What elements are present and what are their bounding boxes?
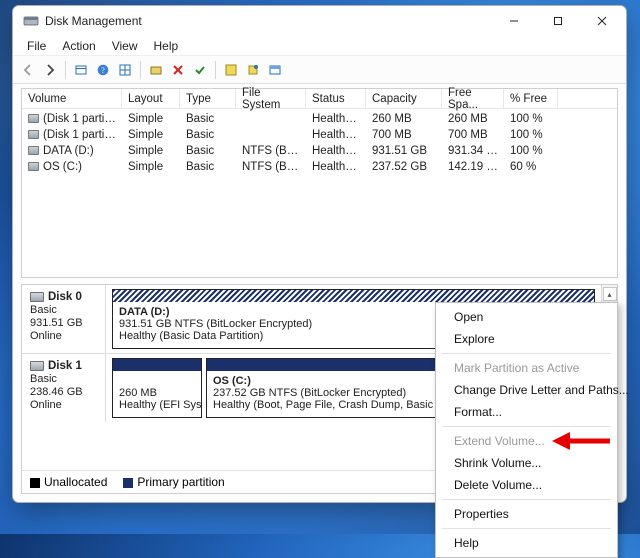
col-filesystem[interactable]: File System: [236, 89, 306, 108]
context-menu-item[interactable]: Shrink Volume...: [438, 452, 615, 474]
toolbar-icon-5[interactable]: [244, 61, 262, 79]
drive-icon: [28, 114, 39, 123]
check-icon[interactable]: [191, 61, 209, 79]
svg-text:?: ?: [101, 66, 105, 75]
toolbar-icon-2[interactable]: [116, 61, 134, 79]
drive-icon: [28, 146, 39, 155]
menu-action[interactable]: Action: [54, 37, 103, 55]
context-menu-item[interactable]: Format...: [438, 401, 615, 423]
toolbar: ?: [13, 56, 626, 84]
titlebar[interactable]: Disk Management: [13, 6, 626, 36]
context-menu-item: Extend Volume...: [438, 430, 615, 452]
volume-list-header[interactable]: Volume Layout Type File System Status Ca…: [22, 89, 617, 109]
minimize-button[interactable]: [492, 6, 536, 36]
col-volume[interactable]: Volume: [22, 89, 122, 108]
app-icon: [23, 13, 39, 29]
legend-unallocated: Unallocated: [30, 475, 107, 489]
volume-list: Volume Layout Type File System Status Ca…: [21, 88, 618, 278]
scroll-up-button[interactable]: ▴: [603, 287, 617, 301]
col-free[interactable]: Free Spa...: [442, 89, 504, 108]
col-pctfree[interactable]: % Free: [504, 89, 558, 108]
context-menu-item[interactable]: Change Drive Letter and Paths...: [438, 379, 615, 401]
context-menu-item[interactable]: Properties: [438, 503, 615, 525]
toolbar-icon-6[interactable]: [266, 61, 284, 79]
context-menu-separator: [442, 353, 611, 354]
volume-row[interactable]: (Disk 1 partition 4)SimpleBasicHealthy (…: [22, 127, 617, 143]
context-menu-item: Mark Partition as Active: [438, 357, 615, 379]
context-menu-separator: [442, 528, 611, 529]
toolbar-icon-3[interactable]: [147, 61, 165, 79]
drive-icon: [28, 130, 39, 139]
partition[interactable]: 260 MBHealthy (EFI System P: [112, 358, 202, 418]
col-status[interactable]: Status: [306, 89, 366, 108]
disk-label[interactable]: Disk 1Basic238.46 GBOnline: [22, 354, 106, 422]
menu-file[interactable]: File: [19, 37, 54, 55]
col-capacity[interactable]: Capacity: [366, 89, 442, 108]
disk-icon: [30, 361, 44, 371]
delete-icon[interactable]: [169, 61, 187, 79]
context-menu-item[interactable]: Help: [438, 532, 615, 554]
volume-row[interactable]: OS (C:)SimpleBasicNTFS (BitL...Healthy (…: [22, 159, 617, 175]
toolbar-icon-1[interactable]: [72, 61, 90, 79]
volume-row[interactable]: DATA (D:)SimpleBasicNTFS (BitL...Healthy…: [22, 143, 617, 159]
help-icon[interactable]: ?: [94, 61, 112, 79]
disk-label[interactable]: Disk 0Basic931.51 GBOnline: [22, 285, 106, 353]
drive-icon: [28, 162, 39, 171]
partition-context-menu[interactable]: OpenExplore Mark Partition as ActiveChang…: [435, 302, 618, 558]
menu-help[interactable]: Help: [146, 37, 187, 55]
maximize-button[interactable]: [536, 6, 580, 36]
close-button[interactable]: [580, 6, 624, 36]
context-menu-item[interactable]: Open: [438, 306, 615, 328]
menubar: File Action View Help: [13, 36, 626, 56]
window-title: Disk Management: [45, 14, 492, 28]
back-button[interactable]: [19, 61, 37, 79]
menu-view[interactable]: View: [104, 37, 146, 55]
legend-primary: Primary partition: [123, 475, 224, 489]
col-layout[interactable]: Layout: [122, 89, 180, 108]
col-type[interactable]: Type: [180, 89, 236, 108]
context-menu-separator: [442, 499, 611, 500]
context-menu-item[interactable]: Delete Volume...: [438, 474, 615, 496]
toolbar-icon-4[interactable]: [222, 61, 240, 79]
context-menu-separator: [442, 426, 611, 427]
disk-icon: [30, 292, 44, 302]
volume-row[interactable]: (Disk 1 partition 1)SimpleBasicHealthy (…: [22, 111, 617, 127]
forward-button[interactable]: [41, 61, 59, 79]
context-menu-item[interactable]: Explore: [438, 328, 615, 350]
